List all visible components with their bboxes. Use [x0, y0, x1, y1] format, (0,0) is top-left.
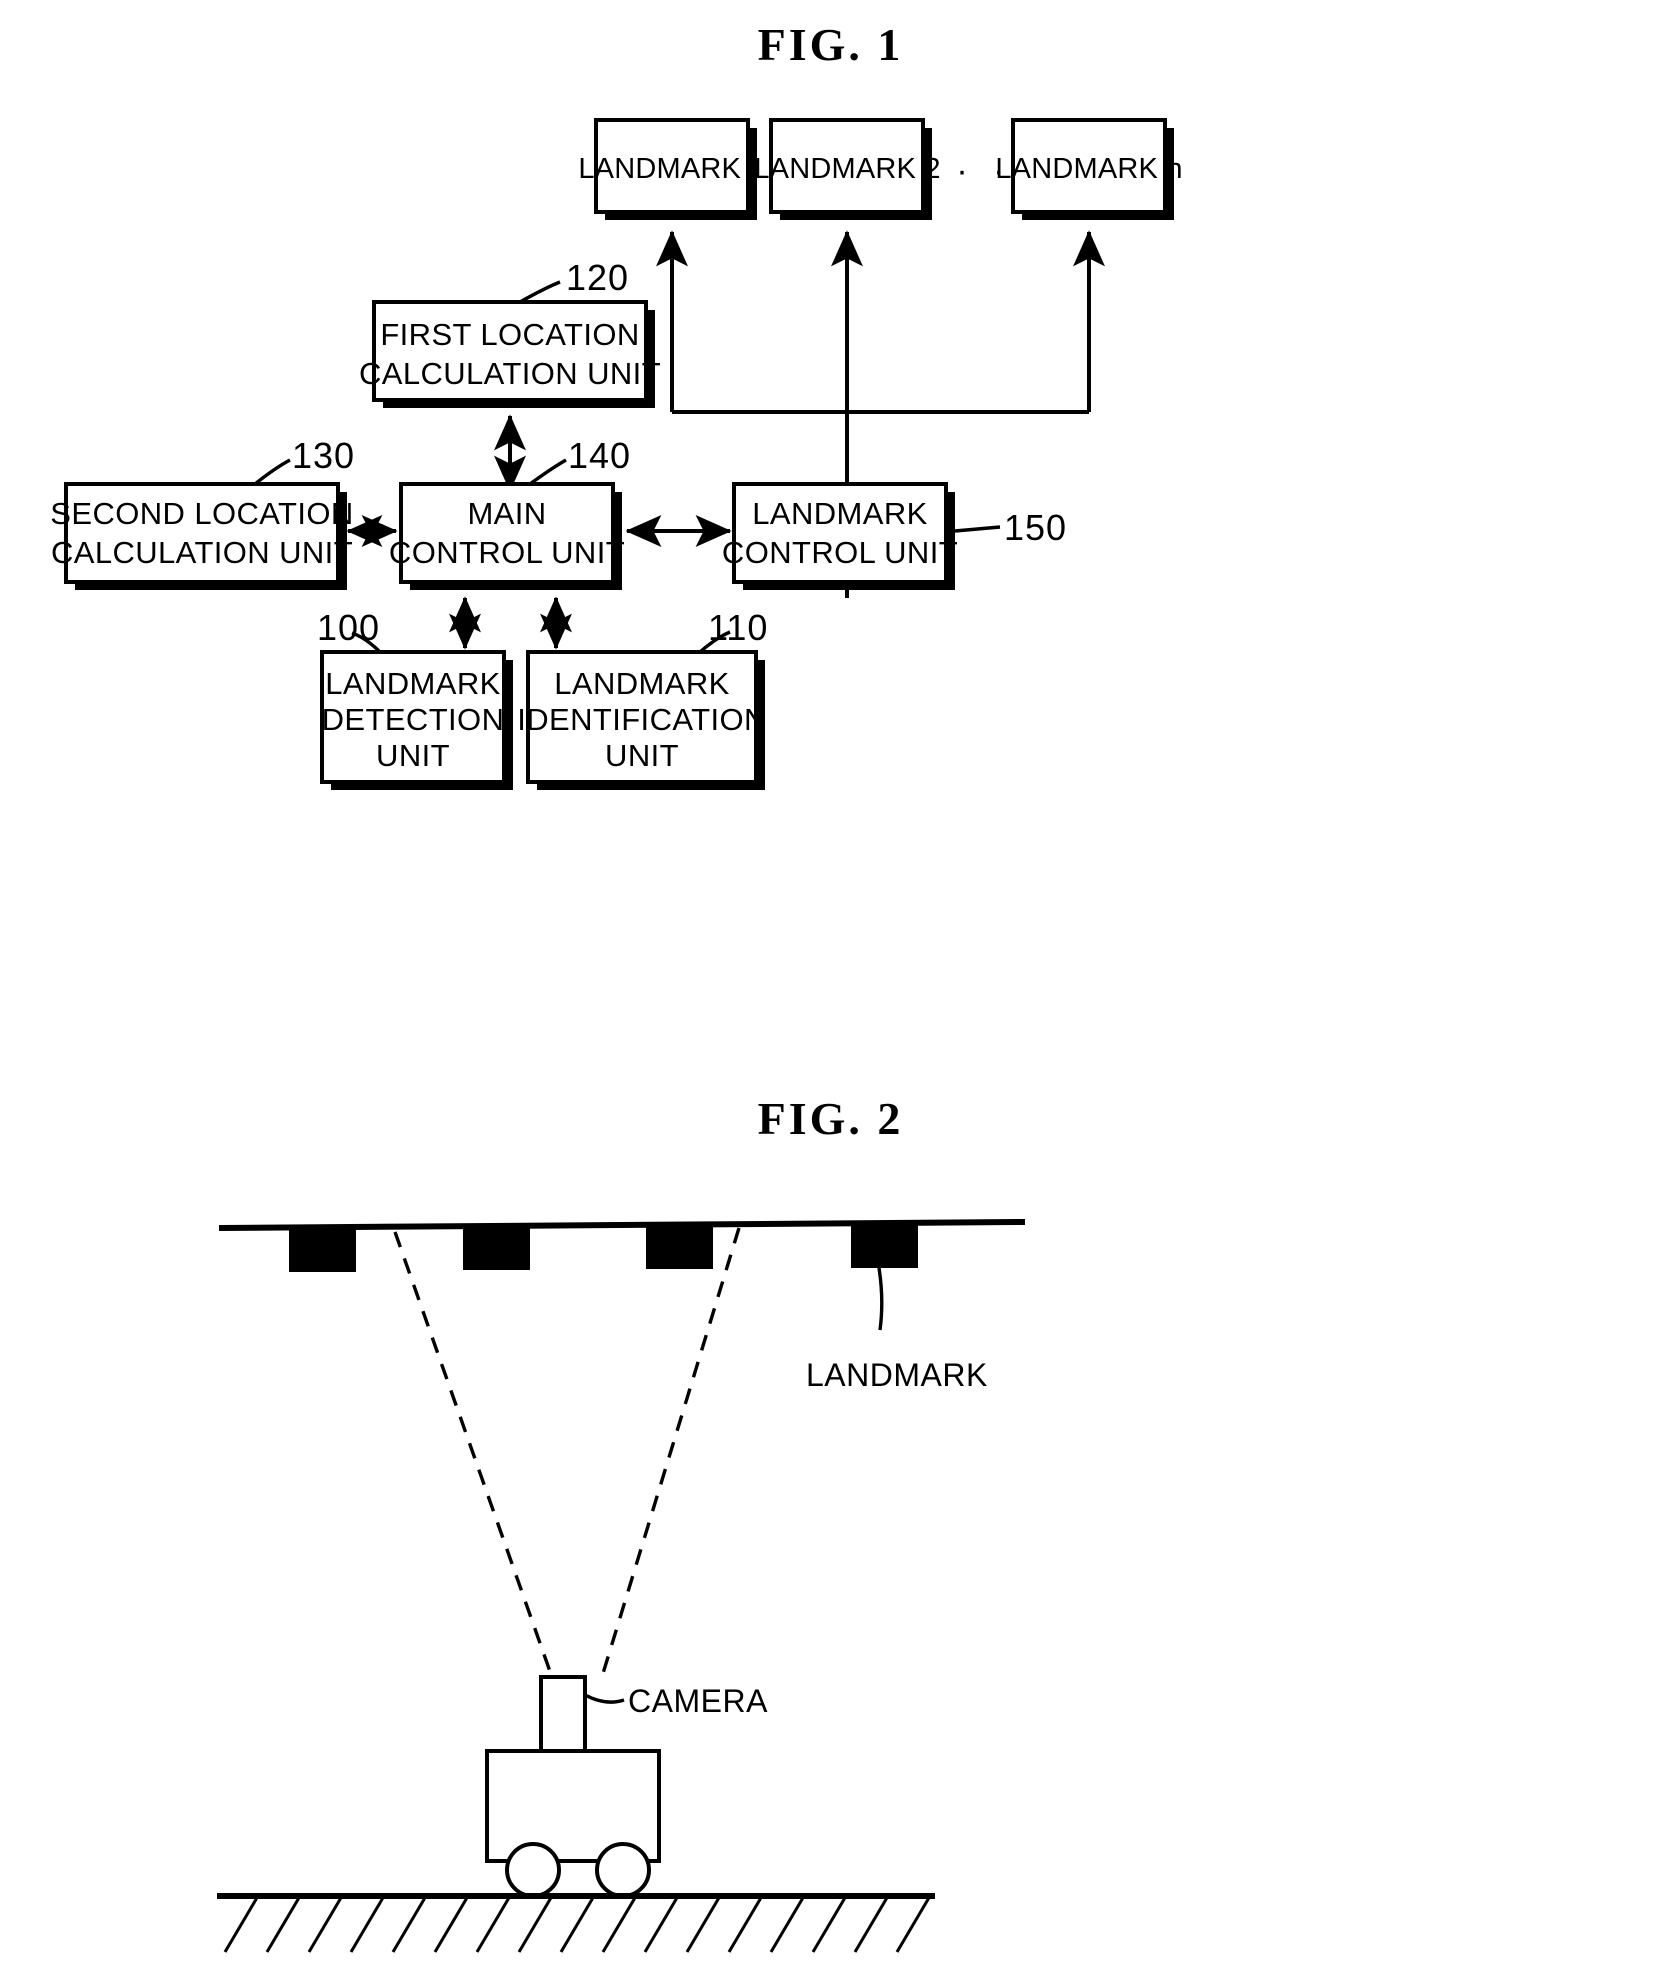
- leader-line-140: [529, 458, 567, 486]
- robot-wheel-left: [505, 1842, 561, 1898]
- reference-numeral-140: 140: [568, 435, 631, 476]
- block-landmark-identification-unit: LANDMARK IDENTIFICATION UNIT: [517, 650, 767, 790]
- reference-numeral-150: 150: [1004, 507, 1067, 548]
- block-landmark-2: LANDMARK 2: [753, 118, 940, 220]
- block-first-location-calculation-unit: FIRST LOCATION CALCULATION UNIT: [359, 300, 661, 408]
- leader-line-camera: [584, 1693, 625, 1704]
- robot-wheel-right: [595, 1842, 651, 1898]
- leader-line-130: [253, 458, 291, 486]
- reference-numeral-120: 120: [566, 257, 629, 298]
- block-landmark-detection-line-3: UNIT: [376, 738, 450, 773]
- block-landmark-1: LANDMARK 1: [578, 118, 765, 220]
- block-main-control-line-2: CONTROL UNIT: [389, 535, 625, 570]
- block-landmark-n-label: LANDMARK n: [995, 153, 1182, 185]
- block-second-location-calculation-unit: SECOND LOCATION CALCULATION UNIT: [50, 482, 353, 590]
- block-second-location-line-2: CALCULATION UNIT: [51, 535, 353, 570]
- block-landmark-detection-line-1: LANDMARK: [325, 666, 500, 701]
- camera-caption: CAMERA: [628, 1683, 768, 1719]
- block-landmark-1-label: LANDMARK 1: [578, 153, 765, 185]
- fig2-landmark-block-3: [646, 1225, 713, 1269]
- block-main-control-line-1: MAIN: [467, 496, 546, 531]
- block-landmark-control-unit: LANDMARK CONTROL UNIT: [722, 482, 958, 590]
- reference-numeral-100: 100: [317, 607, 380, 648]
- leader-line-150: [954, 525, 1001, 533]
- block-main-control-unit: MAIN CONTROL UNIT: [389, 482, 625, 590]
- fig2-landmark-caption: LANDMARK: [806, 1357, 988, 1393]
- leader-line-120: [519, 280, 561, 304]
- reference-numeral-130: 130: [292, 435, 355, 476]
- block-first-location-line-1: FIRST LOCATION: [380, 317, 639, 352]
- fig2-landmark-block-1: [289, 1228, 356, 1272]
- leader-line-fig2-landmark: [877, 1267, 884, 1331]
- floor-hatching: [223, 1895, 932, 1953]
- patent-drawing-sheet: FIG. 1 FIG. 2 LANDMARK 1 LANDMARK 2 · · …: [0, 0, 1661, 1968]
- block-landmark-identification-line-2: IDENTIFICATION: [517, 702, 767, 737]
- block-landmark-detection-unit: LANDMARK DETECTION UNIT: [320, 650, 513, 790]
- block-landmark-control-line-2: CONTROL UNIT: [722, 535, 958, 570]
- camera-body: [539, 1675, 587, 1754]
- block-landmark-control-line-1: LANDMARK: [752, 496, 927, 531]
- camera-fov-left: [393, 1231, 555, 1681]
- block-landmark-identification-line-3: UNIT: [605, 738, 679, 773]
- block-landmark-detection-line-2: DETECTION: [322, 702, 505, 737]
- block-landmark-identification-line-1: LANDMARK: [554, 666, 729, 701]
- reference-numeral-110: 110: [708, 607, 768, 648]
- block-first-location-line-2: CALCULATION UNIT: [359, 356, 661, 391]
- fig2-landmark-block-4: [851, 1224, 918, 1268]
- camera-fov-right: [599, 1227, 741, 1681]
- block-landmark-n: LANDMARK n: [995, 118, 1182, 220]
- fig2-landmark-block-2: [463, 1226, 530, 1270]
- drawing-canvas: LANDMARK 1 LANDMARK 2 · · · LANDMARK n F…: [50, 118, 1182, 1953]
- block-second-location-line-1: SECOND LOCATION: [50, 496, 353, 531]
- block-landmark-2-label: LANDMARK 2: [753, 153, 940, 185]
